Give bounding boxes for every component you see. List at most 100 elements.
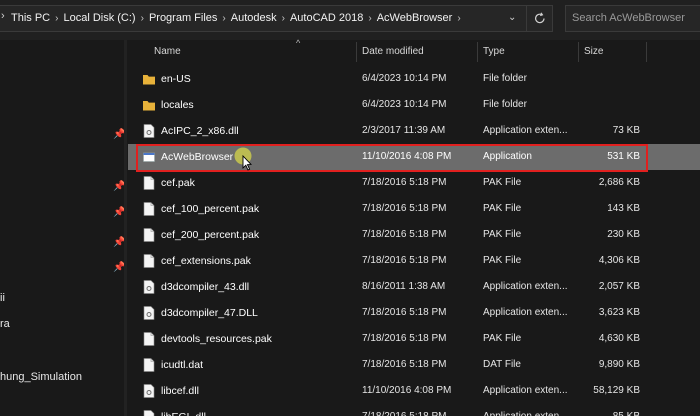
file-type: Application exten... [483,307,568,318]
column-divider[interactable] [477,42,478,62]
file-name: icudtl.dat [161,359,204,371]
file-type: Application exten... [483,385,568,396]
file-name: en-US [161,73,191,85]
file-row[interactable]: cef_200_percent.pak 7/18/2016 5:18 PM PAK … [128,222,700,248]
file-type: PAK File [483,203,522,214]
dll-file-icon [143,384,155,398]
refresh-button[interactable] [526,5,553,32]
file-row[interactable]: cef_100_percent.pak 7/18/2016 5:18 PM PAK … [128,196,700,222]
file-row[interactable]: d3dcompiler_43.dll 8/16/2011 1:38 AM Appli… [128,274,700,300]
nav-item[interactable]: ii [0,292,5,304]
file-name: AcIPC_2_x86.dll [161,125,239,137]
file-date-modified: 7/18/2016 5:18 PM [362,255,447,266]
column-divider[interactable] [578,42,579,62]
mouse-cursor-icon [234,147,252,171]
file-name: devtools_resources.pak [161,333,272,345]
breadcrumb-separator-icon[interactable]: › [141,13,144,24]
column-header-type[interactable]: Type [483,46,505,57]
file-name: cef_extensions.pak [161,255,251,267]
breadcrumb-separator-icon[interactable]: › [55,13,58,24]
file-date-modified: 2/3/2017 11:39 AM [362,125,446,136]
file-name: cef_100_percent.pak [161,203,260,215]
column-header-date-modified[interactable]: Date modified [362,46,424,57]
file-size: 9,890 KB [598,359,640,370]
address-bar[interactable]: › This PC › Local Disk (C:) › Program Fi… [0,5,552,32]
file-size: 58,129 KB [593,385,640,396]
dll-file-icon [143,306,155,320]
breadcrumb-autodesk[interactable]: Autodesk [231,12,277,24]
file-date-modified: 6/4/2023 10:14 PM [362,99,447,110]
file-type: File folder [483,99,527,110]
file-date-modified: 8/16/2011 1:38 AM [362,281,446,292]
nav-item[interactable]: ra [0,318,10,330]
file-date-modified: 11/10/2016 4:08 PM [362,385,452,396]
address-history-dropdown-icon[interactable]: ⌄ [508,12,516,23]
file-row[interactable]: libEGL.dll 7/18/2016 5:18 PM Application e… [128,404,700,416]
document-file-icon [143,332,155,346]
breadcrumb-separator-icon[interactable]: › [282,13,285,24]
breadcrumb-separator-icon[interactable]: › [457,13,460,24]
column-header-row: ^ Name Date modified Type Size [128,38,700,64]
sort-chevron-up-icon: ^ [296,38,301,48]
breadcrumb-local-disk[interactable]: Local Disk (C:) [63,12,135,24]
file-name: cef.pak [161,177,195,189]
file-type: File folder [483,73,527,84]
dll-file-icon [143,410,155,416]
file-size: 4,630 KB [598,333,640,344]
breadcrumb-program-files[interactable]: Program Files [149,12,217,24]
file-row[interactable]: icudtl.dat 7/18/2016 5:18 PM DAT File 9,890… [128,352,700,378]
file-type: PAK File [483,229,522,240]
file-row[interactable]: cef_extensions.pak 7/18/2016 5:18 PM PAK F… [128,248,700,274]
document-file-icon [143,176,155,190]
file-row[interactable]: cef.pak 7/18/2016 5:18 PM PAK File 2,686 KB [128,170,700,196]
file-name: d3dcompiler_47.DLL [161,307,258,319]
file-date-modified: 7/18/2016 5:18 PM [362,411,447,416]
nav-item[interactable]: hung_Simulation [0,371,82,383]
file-name: d3dcompiler_43.dll [161,281,250,293]
breadcrumb: This PC › Local Disk (C:) › Program File… [11,12,466,24]
document-file-icon [143,202,155,216]
column-divider[interactable] [646,42,647,62]
file-size: 143 KB [607,203,640,214]
file-name: libcef.dll [161,385,199,397]
file-date-modified: 7/18/2016 5:18 PM [362,229,447,240]
file-row[interactable]: devtools_resources.pak 7/18/2016 5:18 PM P… [128,326,700,352]
refresh-icon [535,12,545,24]
file-size: 4,306 KB [598,255,640,266]
search-input[interactable]: Search AcWebBrowser [565,5,700,32]
nav-scrollbar[interactable] [124,40,127,416]
file-list: ^ Name Date modified Type Size en-US 6/4/… [128,38,700,416]
folder-icon [143,75,155,85]
file-size: 2,686 KB [598,177,640,188]
breadcrumb-autocad-2018[interactable]: AutoCAD 2018 [290,12,363,24]
file-date-modified: 7/18/2016 5:18 PM [362,203,447,214]
column-divider[interactable] [356,42,357,62]
document-file-icon [143,254,155,268]
breadcrumb-separator-icon[interactable]: › [222,13,225,24]
file-size: 2,057 KB [598,281,640,292]
annotation-highlight-box [136,144,648,172]
file-type: PAK File [483,255,522,266]
file-name: libEGL.dll [161,411,206,416]
file-row[interactable]: libcef.dll 11/10/2016 4:08 PM Application … [128,378,700,404]
file-row[interactable]: d3dcompiler_47.DLL 7/18/2016 5:18 PM Appli… [128,300,700,326]
file-explorer-window: › This PC › Local Disk (C:) › Program Fi… [0,0,700,416]
file-row[interactable]: en-US 6/4/2023 10:14 PM File folder [128,66,700,92]
file-date-modified: 6/4/2023 10:14 PM [362,73,447,84]
breadcrumb-separator-icon[interactable]: › [368,13,371,24]
breadcrumb-acwebbrowser[interactable]: AcWebBrowser [377,12,453,24]
file-type: Application exten... [483,411,568,416]
document-file-icon [143,228,155,242]
dll-file-icon [143,280,155,294]
file-row[interactable]: locales 6/4/2023 10:14 PM File folder [128,92,700,118]
breadcrumb-chevron-icon[interactable]: › [1,10,5,22]
navigation-pane: 📌 📌 📌 📌 📌 ii ra hung_Simulation [0,40,128,416]
file-name: cef_200_percent.pak [161,229,260,241]
column-header-size[interactable]: Size [584,46,603,57]
column-header-name[interactable]: Name [154,46,181,57]
file-date-modified: 7/18/2016 5:18 PM [362,359,447,370]
file-row[interactable]: AcIPC_2_x86.dll 2/3/2017 11:39 AM Applicat… [128,118,700,144]
file-size: 3,623 KB [598,307,640,318]
breadcrumb-this-pc[interactable]: This PC [11,12,50,24]
dll-file-icon [143,124,155,138]
